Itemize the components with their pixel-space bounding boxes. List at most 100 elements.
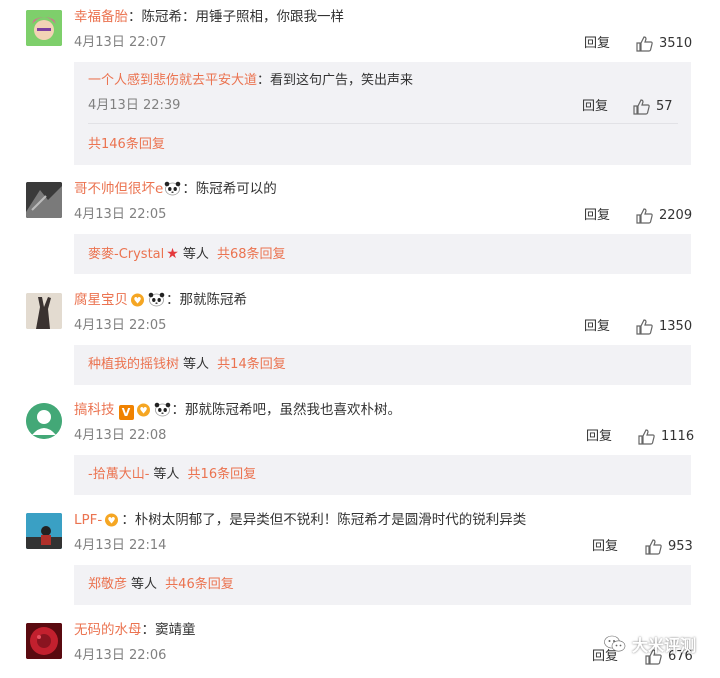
and-others-text: 等人 (153, 467, 180, 482)
comment-line: 哥不帅但很坏e ：陈冠希可以的 (74, 179, 277, 199)
comment-line: 搞科技 V ♥ ：那就陈冠希吧，虽然我也喜欢朴树。 (74, 400, 401, 420)
replier-name[interactable]: -拾萬大山- (88, 467, 149, 482)
total-replies-link[interactable]: 共46条回复 (165, 577, 234, 592)
sub-reply-username[interactable]: 一个人感到悲伤就去平安大道 (88, 73, 257, 88)
comment-line: 腐星宝贝 ♥ ：那就陈冠希 (74, 290, 247, 310)
and-others-text: 等人 (183, 357, 210, 372)
like-count: 953 (668, 539, 693, 554)
watermark-text: 大米评测 (631, 636, 696, 655)
comment-text: ：朴树太阴郁了，是异类但不锐利！陈冠希才是圆滑时代的锐利异类 (121, 512, 527, 528)
like-button[interactable]: 953 (645, 538, 693, 556)
thumbs-up-icon (645, 539, 662, 555)
avatar[interactable] (26, 403, 62, 439)
svg-text:♥: ♥ (139, 407, 147, 417)
thumbs-up-icon (638, 429, 655, 445)
comment-text: ：那就陈冠希吧，虽然我也喜欢朴树。 (171, 402, 402, 418)
svg-text:♥: ♥ (133, 297, 141, 307)
replies-summary: 种植我的摇钱树 等人 共14条回复 (88, 356, 286, 374)
svg-text:♥: ♥ (108, 517, 116, 527)
avatar[interactable] (26, 182, 62, 218)
like-button[interactable]: 1350 (636, 318, 692, 336)
avatar[interactable] (26, 10, 62, 46)
total-replies-link[interactable]: 共146条回复 (88, 136, 165, 154)
replies-summary: 麥麥-Crystal ★ 等人 共68条回复 (88, 245, 286, 263)
panda-emoji-icon (165, 181, 181, 196)
comment-text: ：陈冠希可以的 (182, 181, 277, 197)
avatar[interactable] (26, 293, 62, 329)
comment-text: ：陈冠希：用锤子照相，你跟我一样 (128, 9, 344, 25)
comment-item: 腐星宝贝 ♥ ：那就陈冠希 4月13日 22:05 回复 1350 种植我的摇钱树等… (0, 283, 720, 393)
comment-item: 幸福备胎：陈冠希：用锤子照相，你跟我一样 4月13日 22:07 回复 3510… (0, 0, 720, 170)
thumbs-up-icon (636, 208, 653, 224)
comment-date: 4月13日 22:07 (74, 35, 167, 50)
comment-text: ：窦靖童 (141, 622, 196, 638)
comment-date: 4月13日 22:05 (74, 207, 167, 222)
comment-line: 无码的水母：窦靖童 (74, 620, 196, 640)
sub-like-count: 57 (656, 99, 673, 114)
sub-reply-text: ：看到这句广告，笑出声来 (257, 73, 414, 88)
reply-button[interactable]: 回复 (584, 35, 610, 53)
sub-like-button[interactable]: 57 (633, 98, 673, 116)
comment-text: ：那就陈冠希 (166, 292, 247, 308)
username-link[interactable]: 搞科技 (74, 402, 115, 418)
total-replies-link[interactable]: 共16条回复 (188, 467, 257, 482)
verified-badge-icon: V (118, 405, 134, 420)
comment-line: LPF- ♥ ：朴树太阴郁了，是异类但不锐利！陈冠希才是圆滑时代的锐利异类 (74, 510, 526, 530)
avatar[interactable] (26, 513, 62, 549)
star-icon: ★ (166, 246, 179, 262)
like-count: 1116 (661, 429, 695, 444)
reply-button[interactable]: 回复 (592, 538, 618, 556)
medal-icon: ♥ (131, 293, 144, 307)
like-button[interactable]: 2209 (636, 207, 692, 225)
sub-reply-line: 一个人感到悲伤就去平安大道：看到这句广告，笑出声来 (88, 72, 413, 90)
reply-button[interactable]: 回复 (584, 318, 610, 336)
replier-name[interactable]: 种植我的摇钱树 (88, 357, 179, 372)
comment-line: 幸福备胎：陈冠希：用锤子照相，你跟我一样 (74, 7, 344, 27)
comment-item: 搞科技 V ♥ ：那就陈冠希吧，虽然我也喜欢朴树。 4月13日 22:08 回复 11… (0, 393, 720, 503)
thumbs-up-icon (636, 319, 653, 335)
reply-button[interactable]: 回复 (584, 207, 610, 225)
reply-box: 麥麥-Crystal ★ 等人 共68条回复 (74, 234, 691, 274)
comment-item: LPF- ♥ ：朴树太阴郁了，是异类但不锐利！陈冠希才是圆滑时代的锐利异类 4月13… (0, 503, 720, 613)
sub-reply-date: 4月13日 22:39 (88, 98, 181, 113)
comment-date: 4月13日 22:08 (74, 428, 167, 443)
panda-emoji-icon (148, 292, 165, 307)
username-link[interactable]: 无码的水母 (74, 622, 142, 638)
panda-emoji-icon (154, 402, 170, 417)
medal-icon: ♥ (105, 513, 119, 527)
and-others-text: 等人 (131, 577, 158, 592)
reply-box: 一个人感到悲伤就去平安大道：看到这句广告，笑出声来 4月13日 22:39 回复… (74, 62, 691, 165)
comment-date: 4月13日 22:14 (74, 538, 167, 553)
reply-box: 郑敬彦 等人 共46条回复 (74, 565, 691, 605)
reply-box: 种植我的摇钱树 等人 共14条回复 (74, 345, 691, 385)
replier-name[interactable]: 麥麥-Crystal (88, 247, 164, 262)
total-replies-link[interactable]: 共68条回复 (217, 247, 286, 262)
reply-box: -拾萬大山- 等人 共16条回复 (74, 455, 691, 495)
username-link[interactable]: LPF- (74, 512, 102, 528)
and-others-text: 等人 (182, 247, 209, 262)
like-count: 3510 (659, 36, 693, 51)
sub-reply-button[interactable]: 回复 (582, 98, 608, 116)
username-link[interactable]: 腐星宝贝 (74, 292, 128, 308)
avatar[interactable] (26, 623, 62, 659)
divider (88, 123, 678, 124)
like-button[interactable]: 1116 (638, 428, 694, 446)
comment-date: 4月13日 22:05 (74, 318, 167, 333)
username-link[interactable]: 幸福备胎 (74, 9, 128, 25)
medal-icon: ♥ (136, 403, 150, 417)
replies-summary: 郑敬彦 等人 共46条回复 (88, 576, 234, 594)
replies-summary: -拾萬大山- 等人 共16条回复 (88, 466, 256, 484)
wechat-icon (604, 635, 626, 652)
thumbs-up-icon (633, 99, 650, 115)
total-replies-link[interactable]: 共14条回复 (217, 357, 286, 372)
like-count: 1350 (659, 319, 693, 334)
thumbs-up-icon (636, 36, 653, 52)
comment-item: 哥不帅但很坏e ：陈冠希可以的 4月13日 22:05 回复 2209 麥麥-Cr… (0, 172, 720, 282)
watermark: 大米评测 (604, 632, 696, 656)
username-link[interactable]: 哥不帅但很坏e (74, 181, 163, 197)
like-button[interactable]: 3510 (636, 35, 692, 53)
comment-date: 4月13日 22:06 (74, 648, 167, 663)
like-count: 2209 (659, 208, 693, 223)
reply-button[interactable]: 回复 (586, 428, 612, 446)
replier-name[interactable]: 郑敬彦 (88, 577, 127, 592)
